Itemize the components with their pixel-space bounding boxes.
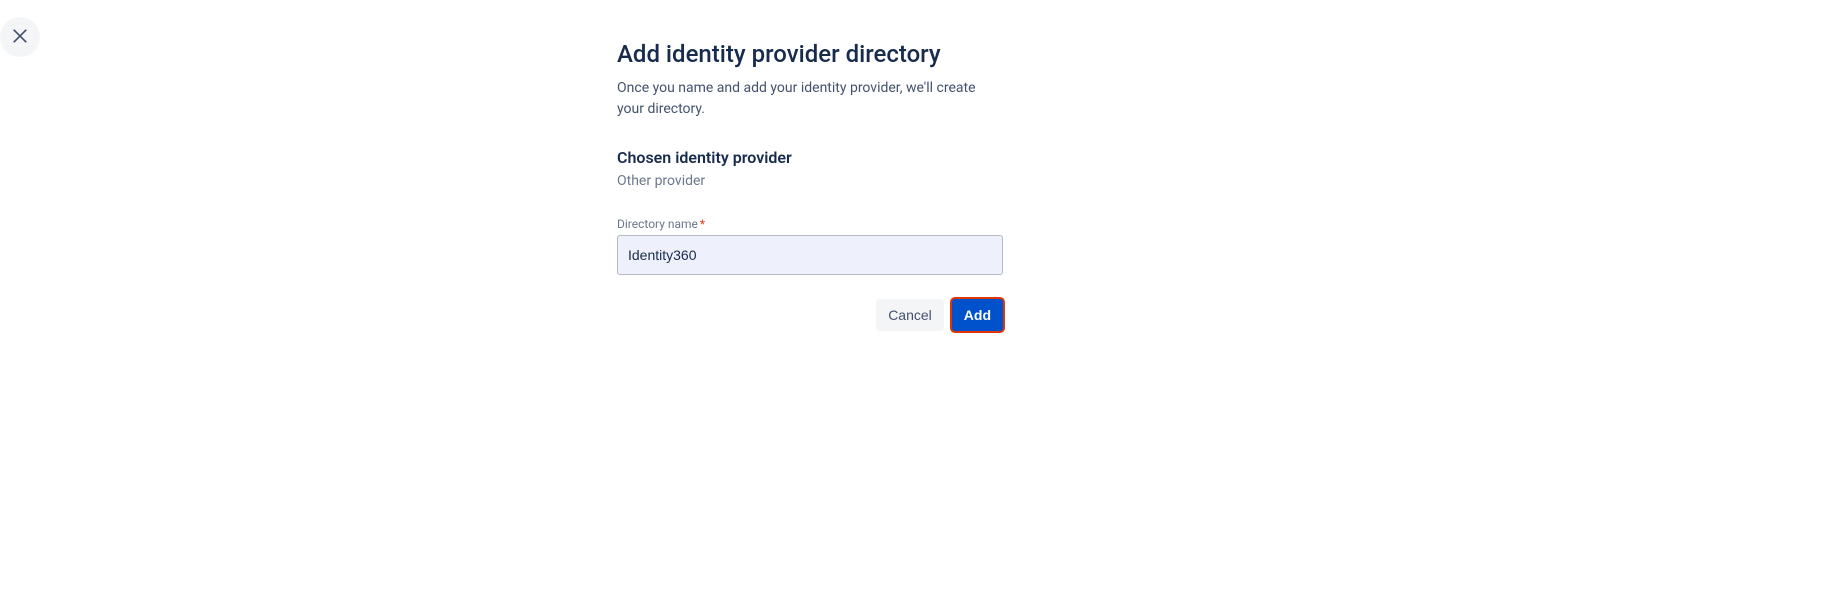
required-indicator: *: [700, 217, 705, 231]
close-icon: [10, 26, 30, 49]
directory-name-input[interactable]: [617, 235, 1003, 275]
directory-name-label: Directory name*: [617, 217, 1003, 231]
button-row: Cancel Add: [617, 299, 1003, 331]
chosen-provider-value: Other provider: [617, 173, 1003, 189]
page-title: Add identity provider directory: [617, 40, 1003, 68]
close-button[interactable]: [0, 17, 40, 57]
dialog-content: Add identity provider directory Once you…: [617, 40, 1003, 331]
chosen-provider-label: Chosen identity provider: [617, 148, 1003, 167]
add-button[interactable]: Add: [952, 299, 1003, 331]
cancel-button[interactable]: Cancel: [876, 299, 944, 331]
page-subtitle: Once you name and add your identity prov…: [617, 78, 1003, 120]
